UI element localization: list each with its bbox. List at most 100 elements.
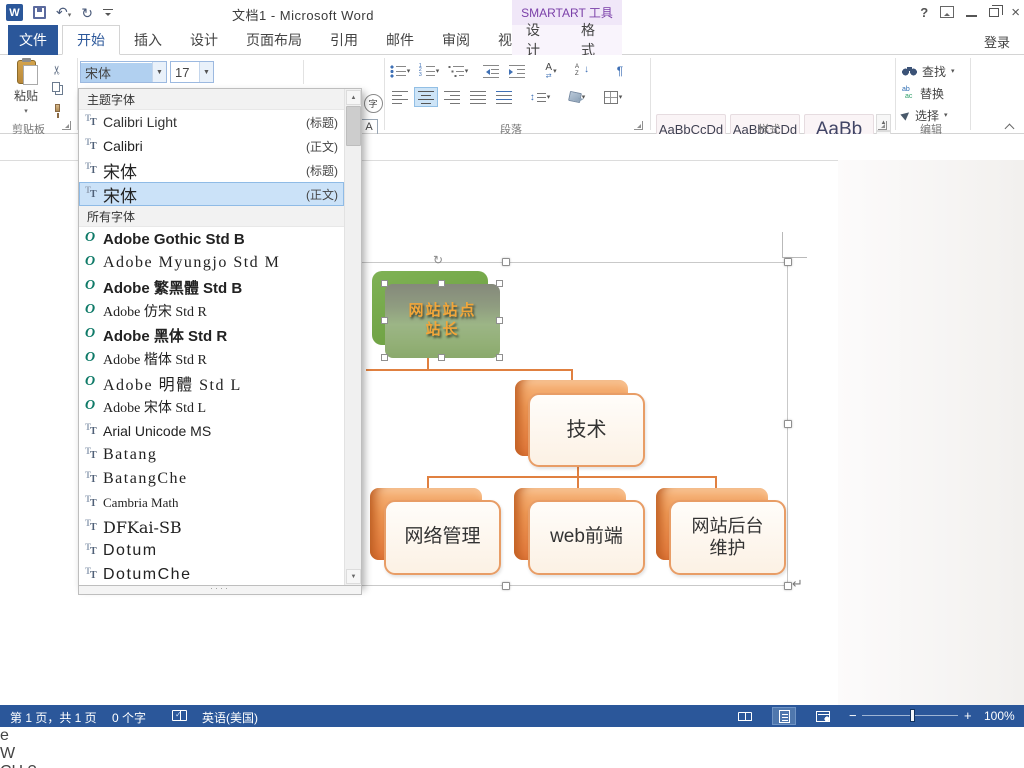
font-list-item[interactable]: Dotum bbox=[79, 539, 344, 563]
word-logo-icon[interactable]: W bbox=[6, 4, 23, 21]
dropdown-scrollbar[interactable]: ▲ ▼ bbox=[344, 89, 361, 585]
ribbon-tab[interactable]: 页面布局 bbox=[232, 25, 316, 55]
child-shape-1[interactable]: 网络管理 bbox=[384, 500, 501, 575]
ribbon-tab[interactable]: 审阅 bbox=[428, 25, 484, 55]
font-name-value[interactable]: 宋体 bbox=[81, 62, 152, 82]
clipboard-dialog-launcher[interactable] bbox=[62, 121, 71, 130]
borders-button[interactable]: ▾ bbox=[598, 87, 628, 107]
undo-dropdown-icon[interactable]: ▾ bbox=[68, 12, 72, 19]
restore-button[interactable] bbox=[989, 4, 1004, 17]
copy-button[interactable] bbox=[46, 80, 68, 97]
ribbon-display-options-icon[interactable] bbox=[940, 6, 955, 18]
font-list-item[interactable]: Batang bbox=[79, 443, 344, 467]
font-list-item[interactable]: Adobe 楷体 Std R bbox=[79, 347, 344, 371]
decrease-indent-button[interactable] bbox=[479, 61, 503, 81]
asian-layout-button[interactable]: A ⇄ ▾ bbox=[536, 61, 566, 81]
input-language-indicator[interactable]: CH bbox=[0, 763, 23, 768]
replace-button[interactable]: 替换 bbox=[902, 83, 944, 103]
ribbon-tab[interactable]: 引用 bbox=[316, 25, 372, 55]
read-mode-button[interactable] bbox=[733, 707, 757, 725]
shading-button[interactable]: ▾ bbox=[562, 87, 592, 107]
shape-handle[interactable] bbox=[496, 280, 503, 287]
multilevel-list-button[interactable]: ▾ bbox=[446, 61, 470, 81]
font-name-combobox[interactable]: 宋体 ▼ bbox=[80, 61, 167, 83]
font-list-item[interactable]: Adobe 明體 Std L bbox=[79, 371, 344, 395]
taskbar-word-button[interactable]: W bbox=[0, 745, 1024, 763]
scrollbar-thumb[interactable] bbox=[346, 106, 361, 146]
align-right-button[interactable] bbox=[440, 87, 464, 107]
font-list-item[interactable]: Cambria Math bbox=[79, 491, 344, 515]
enclose-characters-button[interactable]: 字 bbox=[362, 92, 384, 114]
tab-file[interactable]: 文件 bbox=[8, 25, 58, 55]
font-list-item[interactable]: Adobe 繁黑體 Std B bbox=[79, 275, 344, 299]
zoom-slider-track[interactable] bbox=[862, 709, 958, 722]
font-list-item[interactable]: 宋体 (正文) bbox=[79, 182, 344, 206]
distribute-button[interactable] bbox=[492, 87, 516, 107]
show-hide-marks-button[interactable]: ¶ bbox=[608, 61, 632, 81]
scroll-down-icon[interactable]: ▼ bbox=[346, 569, 361, 584]
canvas-handle[interactable] bbox=[784, 420, 792, 428]
help-button[interactable]: ? bbox=[920, 5, 928, 20]
canvas-handle[interactable] bbox=[502, 258, 510, 266]
ribbon-tab[interactable]: 插入 bbox=[120, 25, 176, 55]
page-indicator[interactable]: 第 1 页，共 1 页 bbox=[10, 709, 97, 726]
language-indicator[interactable]: 英语(美国) bbox=[202, 709, 258, 726]
contextual-tab[interactable]: 格式 bbox=[567, 22, 622, 58]
shape-handle[interactable] bbox=[438, 354, 445, 361]
child-shape-3[interactable]: 网站后台 维护 bbox=[669, 500, 786, 575]
canvas-handle[interactable] bbox=[784, 258, 792, 266]
save-icon[interactable] bbox=[33, 6, 46, 19]
font-list-item[interactable]: Arial Unicode MS bbox=[79, 419, 344, 443]
collapse-ribbon-icon[interactable] bbox=[1004, 123, 1016, 131]
line-spacing-button[interactable]: ↕ ▾ bbox=[524, 87, 556, 107]
font-list-item[interactable]: DotumChe bbox=[79, 563, 344, 585]
zoom-out-button[interactable]: − bbox=[849, 708, 857, 723]
paragraph-dialog-launcher[interactable] bbox=[634, 121, 643, 130]
minimize-button[interactable] bbox=[966, 7, 978, 17]
shape-handle[interactable] bbox=[438, 280, 445, 287]
font-size-value[interactable]: 17 bbox=[171, 65, 199, 80]
taskbar-ie-button[interactable]: e bbox=[0, 727, 1024, 745]
mid-shape[interactable]: 技术 bbox=[528, 393, 645, 467]
font-list-item[interactable]: DFKai-SB bbox=[79, 515, 344, 539]
bullets-button[interactable]: ▾ bbox=[388, 61, 412, 81]
ribbon-tab[interactable]: 邮件 bbox=[372, 25, 428, 55]
help-tray-icon[interactable]: ? bbox=[28, 763, 37, 768]
font-list-item[interactable]: 宋体 (标题) bbox=[79, 158, 344, 182]
align-center-button[interactable] bbox=[414, 87, 438, 107]
sort-button[interactable] bbox=[570, 61, 594, 81]
ribbon-tab[interactable]: 开始 bbox=[62, 25, 120, 55]
font-list-item[interactable]: Adobe 黑体 Std R bbox=[79, 323, 344, 347]
dropdown-resize-grip[interactable]: ···· bbox=[78, 583, 362, 595]
child-shape-2[interactable]: web前端 bbox=[528, 500, 645, 575]
shape-handle[interactable] bbox=[381, 317, 388, 324]
redo-icon[interactable]: ↻ bbox=[81, 6, 93, 20]
cut-button[interactable]: ✂ bbox=[46, 61, 68, 78]
font-list-item[interactable]: Adobe 仿宋 Std R bbox=[79, 299, 344, 323]
font-list-item[interactable]: Calibri (正文) bbox=[79, 134, 344, 158]
shape-handle[interactable] bbox=[381, 354, 388, 361]
web-layout-button[interactable] bbox=[811, 707, 835, 725]
font-list-item[interactable]: Adobe Myungjo Std M bbox=[79, 251, 344, 275]
word-count[interactable]: 0 个字 bbox=[112, 709, 146, 726]
paste-button[interactable]: 粘贴 ▾ bbox=[6, 58, 46, 122]
customize-qat-icon[interactable] bbox=[102, 8, 113, 17]
font-list-item[interactable]: Adobe 宋体 Std L bbox=[79, 395, 344, 419]
format-painter-button[interactable] bbox=[46, 99, 68, 118]
zoom-level[interactable]: 100% bbox=[984, 709, 1015, 723]
contextual-tab[interactable]: 设计 bbox=[512, 22, 567, 58]
numbering-button[interactable]: ▾ bbox=[417, 61, 441, 81]
justify-button[interactable] bbox=[466, 87, 490, 107]
canvas-handle[interactable] bbox=[502, 582, 510, 590]
undo-button[interactable]: ↶▾ bbox=[56, 4, 71, 22]
shape-handle[interactable] bbox=[381, 280, 388, 287]
sign-in-link[interactable]: 登录 bbox=[984, 32, 1010, 51]
shape-handle[interactable] bbox=[496, 354, 503, 361]
scroll-up-icon[interactable]: ▲ bbox=[346, 90, 361, 105]
find-button[interactable]: 查找 ▾ bbox=[902, 61, 955, 81]
font-name-dropdown-icon[interactable]: ▼ bbox=[152, 62, 166, 82]
zoom-in-button[interactable]: + bbox=[964, 708, 972, 723]
paste-dropdown-icon[interactable]: ▾ bbox=[24, 107, 28, 115]
increase-indent-button[interactable] bbox=[505, 61, 529, 81]
ribbon-tab[interactable]: 设计 bbox=[176, 25, 232, 55]
